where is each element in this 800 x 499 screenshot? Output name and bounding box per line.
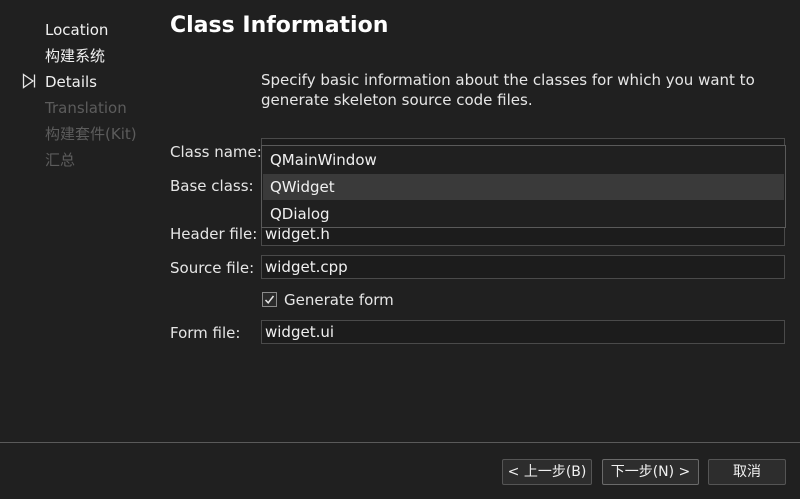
- step-details: Details: [45, 73, 98, 91]
- source-file-label: Source file:: [170, 259, 255, 277]
- step-build-system: 构建系统: [45, 47, 106, 65]
- form-file-input[interactable]: [261, 320, 785, 344]
- page-description: Specify basic information about the clas…: [261, 71, 755, 109]
- footer-separator: [0, 442, 800, 443]
- class-name-label: Class name:: [170, 143, 262, 161]
- generate-form-label[interactable]: Generate form: [284, 290, 394, 310]
- step-translation: Translation: [45, 99, 127, 117]
- current-step-arrow-icon: [22, 73, 36, 89]
- wizard-steps-sidebar: Location 构建系统 Details Translation 构建套件(K…: [0, 0, 160, 440]
- step-location: Location: [45, 21, 109, 39]
- base-class-label: Base class:: [170, 177, 254, 195]
- form-file-label: Form file:: [170, 324, 241, 342]
- base-class-option-qmainwindow[interactable]: QMainWindow: [263, 147, 784, 173]
- source-file-input[interactable]: [261, 255, 785, 279]
- base-class-option-qdialog[interactable]: QDialog: [263, 201, 784, 227]
- generate-form-checkbox[interactable]: [262, 292, 277, 307]
- base-class-dropdown-list[interactable]: QMainWindow QWidget QDialog: [261, 145, 786, 228]
- next-button[interactable]: 下一步(N) >: [602, 459, 699, 485]
- step-kits: 构建套件(Kit): [45, 125, 137, 143]
- base-class-option-qwidget[interactable]: QWidget: [263, 174, 784, 200]
- header-file-label: Header file:: [170, 225, 258, 243]
- cancel-button[interactable]: 取消: [708, 459, 786, 485]
- checkmark-icon: [264, 295, 275, 304]
- back-button[interactable]: < 上一步(B): [502, 459, 592, 485]
- step-summary: 汇总: [45, 151, 76, 169]
- page-title: Class Information: [170, 13, 389, 38]
- wizard-window: Location 构建系统 Details Translation 构建套件(K…: [0, 0, 800, 499]
